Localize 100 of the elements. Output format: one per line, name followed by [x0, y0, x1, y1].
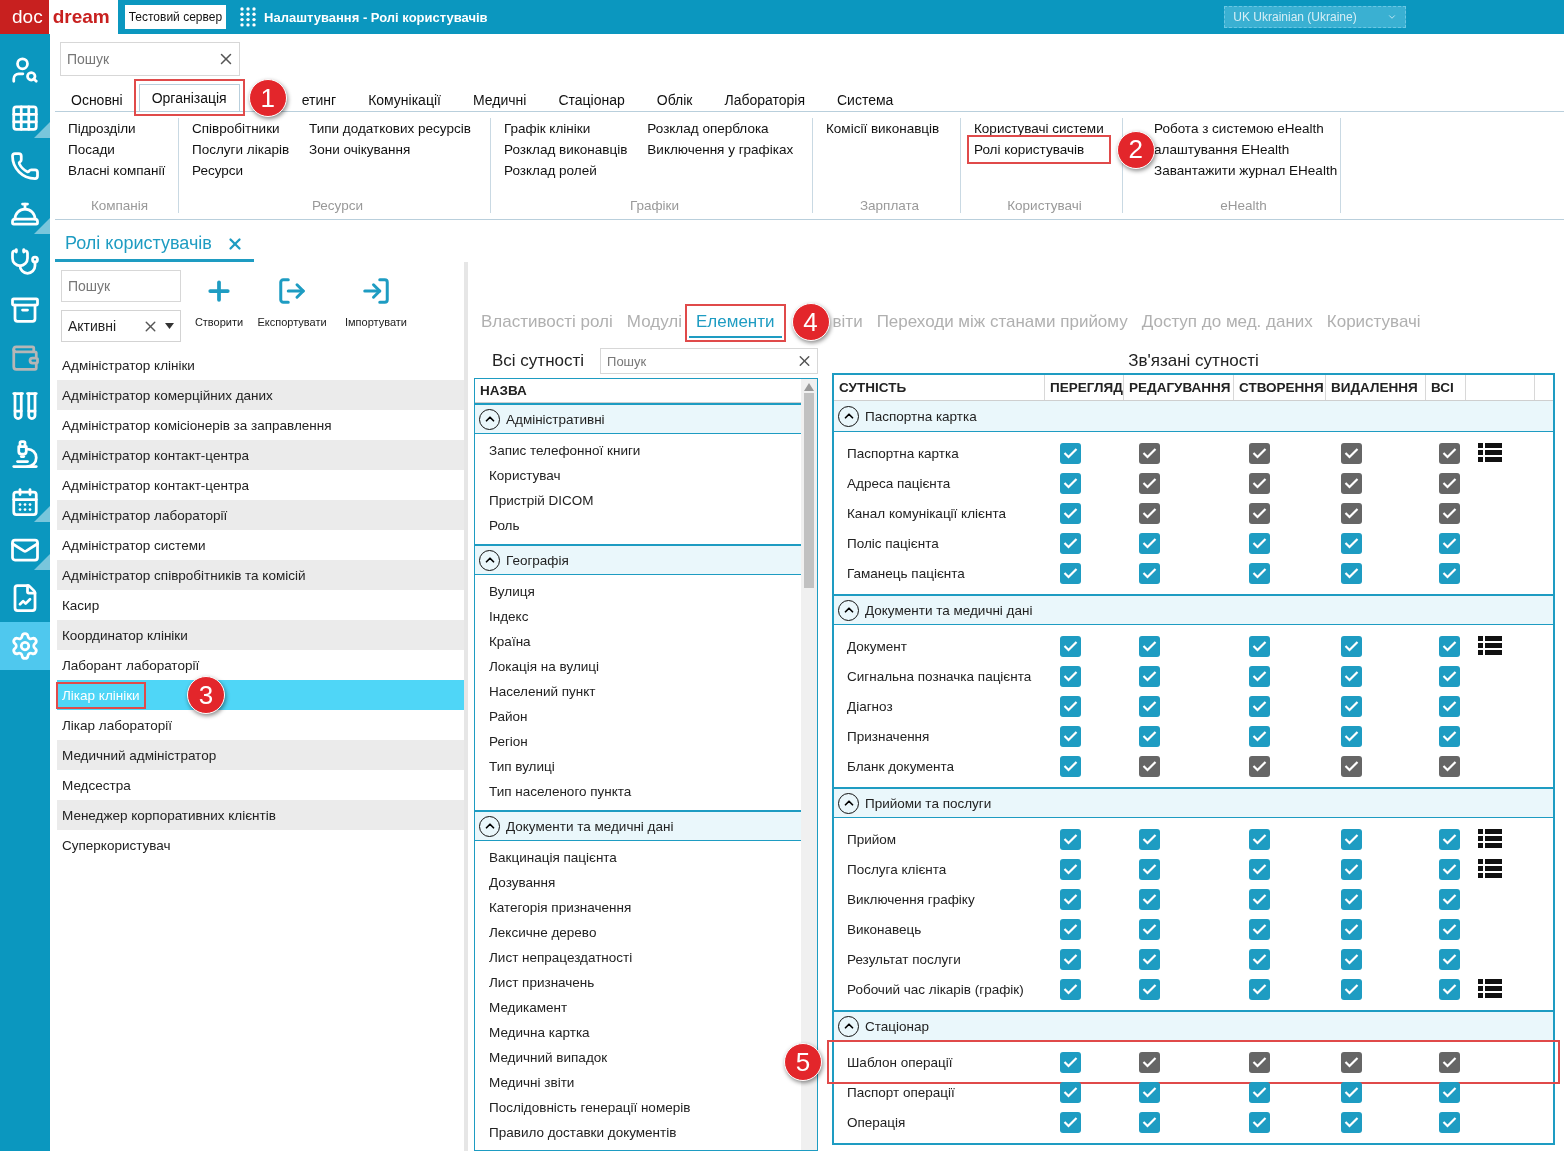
ribbon-item[interactable]: Розклад виконавців: [501, 139, 631, 160]
permission-checkbox[interactable]: [1139, 695, 1160, 717]
role-list-item[interactable]: Адміністратор лабораторії: [57, 500, 464, 530]
entity-item[interactable]: Послідовність генерації номерів: [489, 1095, 691, 1120]
search-field[interactable]: Пошук: [60, 42, 240, 76]
permission-checkbox[interactable]: [1341, 562, 1362, 584]
ribbon-item[interactable]: Виключення у графіках: [644, 139, 797, 160]
search-field[interactable]: Пошук: [600, 348, 818, 374]
permission-checkbox[interactable]: [1249, 725, 1270, 747]
permission-checkbox[interactable]: [1249, 1081, 1270, 1103]
permission-checkbox[interactable]: [1439, 888, 1460, 910]
entity-item[interactable]: Лист призначень: [489, 970, 595, 995]
permission-checkbox[interactable]: [1341, 1111, 1362, 1133]
sidebar-item[interactable]: [0, 622, 50, 670]
permission-checkbox[interactable]: [1249, 635, 1270, 657]
role-list-item[interactable]: Адміністратор комерційних даних: [57, 380, 464, 410]
permission-checkbox[interactable]: [1139, 1081, 1160, 1103]
permission-checkbox[interactable]: [1060, 978, 1081, 1000]
entity-item[interactable]: Індекс: [489, 604, 529, 629]
entity-item[interactable]: Запис телефонної книги: [489, 438, 641, 463]
permission-checkbox[interactable]: [1060, 635, 1081, 657]
permission-checkbox[interactable]: [1439, 858, 1460, 880]
permission-checkbox[interactable]: [1341, 858, 1362, 880]
permission-checkbox[interactable]: [1439, 1111, 1460, 1133]
permission-checkbox[interactable]: [1060, 695, 1081, 717]
permission-checkbox[interactable]: [1139, 665, 1160, 687]
permission-checkbox[interactable]: [1139, 948, 1160, 970]
toolbar-button[interactable]: Експортувати: [257, 270, 327, 342]
entity-item[interactable]: Медичні звіти: [489, 1070, 575, 1095]
entity-item[interactable]: Район: [489, 704, 528, 729]
permission-checkbox[interactable]: [1439, 978, 1460, 1000]
permission-checkbox[interactable]: [1249, 1111, 1270, 1133]
ribbon-item[interactable]: Комісії виконавців: [823, 118, 943, 139]
permission-checkbox[interactable]: [1139, 858, 1160, 880]
permission-checkbox[interactable]: [1439, 562, 1460, 584]
permission-checkbox[interactable]: [1341, 725, 1362, 747]
entity-item[interactable]: Локація на вулиці: [489, 654, 600, 679]
permission-checkbox[interactable]: [1060, 1051, 1081, 1073]
permission-checkbox[interactable]: [1341, 1081, 1362, 1103]
entity-item[interactable]: Пристрій DICOM: [489, 488, 594, 513]
permission-checkbox[interactable]: [1249, 918, 1270, 940]
permission-checkbox[interactable]: [1341, 695, 1362, 717]
entity-item[interactable]: Тип вулиці: [489, 754, 555, 779]
entity-item[interactable]: Дозування: [489, 870, 556, 895]
entity-item[interactable]: Правило доставки документів: [489, 1120, 677, 1145]
entity-item[interactable]: Медична картка: [489, 1020, 590, 1045]
permission-checkbox[interactable]: [1060, 755, 1081, 777]
filter-dropdown[interactable]: Активні: [61, 310, 181, 342]
permission-checkbox[interactable]: [1139, 888, 1160, 910]
role-list-item[interactable]: Координатор клініки: [57, 620, 464, 650]
permission-checkbox[interactable]: [1341, 978, 1362, 1000]
ribbon-item[interactable]: Типи додаткових ресурсів: [306, 118, 474, 139]
permission-checkbox[interactable]: [1439, 918, 1460, 940]
ribbon-item[interactable]: Підрозділи: [65, 118, 169, 139]
permission-checkbox[interactable]: [1249, 888, 1270, 910]
permission-checkbox[interactable]: [1249, 562, 1270, 584]
permission-checkbox[interactable]: [1060, 858, 1081, 880]
permission-checkbox[interactable]: [1341, 918, 1362, 940]
ribbon-item[interactable]: Співробітники: [189, 118, 293, 139]
ribbon-item[interactable]: Розклад ролей: [501, 160, 631, 181]
list-icon[interactable]: [1478, 979, 1502, 999]
permission-checkbox[interactable]: [1060, 1081, 1081, 1103]
role-list-item[interactable]: Адміністратор контакт-центра: [57, 440, 464, 470]
ribbon-item[interactable]: Розклад оперблока: [644, 118, 797, 139]
permission-checkbox[interactable]: [1060, 442, 1081, 464]
entity-item[interactable]: Роль: [489, 513, 520, 538]
permission-checkbox[interactable]: [1139, 978, 1160, 1000]
permission-checkbox[interactable]: [1439, 665, 1460, 687]
permission-checkbox[interactable]: [1139, 725, 1160, 747]
permission-checkbox[interactable]: [1139, 562, 1160, 584]
permission-checkbox[interactable]: [1060, 918, 1081, 940]
permission-checkbox[interactable]: [1249, 858, 1270, 880]
permission-checkbox[interactable]: [1439, 532, 1460, 554]
entity-item[interactable]: Регіон: [489, 729, 528, 754]
ribbon-item[interactable]: Зони очікування: [306, 139, 474, 160]
entity-item[interactable]: Вакцинація пацієнта: [489, 845, 617, 870]
permission-checkbox[interactable]: [1139, 1111, 1160, 1133]
dots-grid-icon[interactable]: [240, 7, 257, 27]
toolbar-button[interactable]: Створити: [195, 270, 243, 342]
permission-checkbox[interactable]: [1439, 828, 1460, 850]
permission-checkbox[interactable]: [1060, 888, 1081, 910]
permission-checkbox[interactable]: [1139, 918, 1160, 940]
permission-checkbox[interactable]: [1139, 532, 1160, 554]
entity-item[interactable]: Медичний випадок: [489, 1045, 608, 1070]
permission-checkbox[interactable]: [1060, 828, 1081, 850]
ribbon-item[interactable]: Користувачі системи: [971, 118, 1107, 139]
permission-checkbox[interactable]: [1341, 665, 1362, 687]
role-list-item[interactable]: Адміністратор співробітників та комісій: [57, 560, 464, 590]
entity-item[interactable]: Категорія призначення: [489, 895, 632, 920]
permission-checkbox[interactable]: [1139, 828, 1160, 850]
permission-checkbox[interactable]: [1060, 665, 1081, 687]
ribbon-item[interactable]: Послуги лікарів: [189, 139, 293, 160]
list-icon[interactable]: [1478, 859, 1502, 879]
entity-item[interactable]: Населений пункт: [489, 679, 596, 704]
ribbon-item[interactable]: Ресурси: [189, 160, 293, 181]
entity-item[interactable]: Країна: [489, 629, 531, 654]
permission-checkbox[interactable]: [1341, 888, 1362, 910]
permission-checkbox[interactable]: [1439, 948, 1460, 970]
scroll-thumb[interactable]: [804, 393, 814, 588]
entity-item[interactable]: Лист непрацездатності: [489, 945, 633, 970]
